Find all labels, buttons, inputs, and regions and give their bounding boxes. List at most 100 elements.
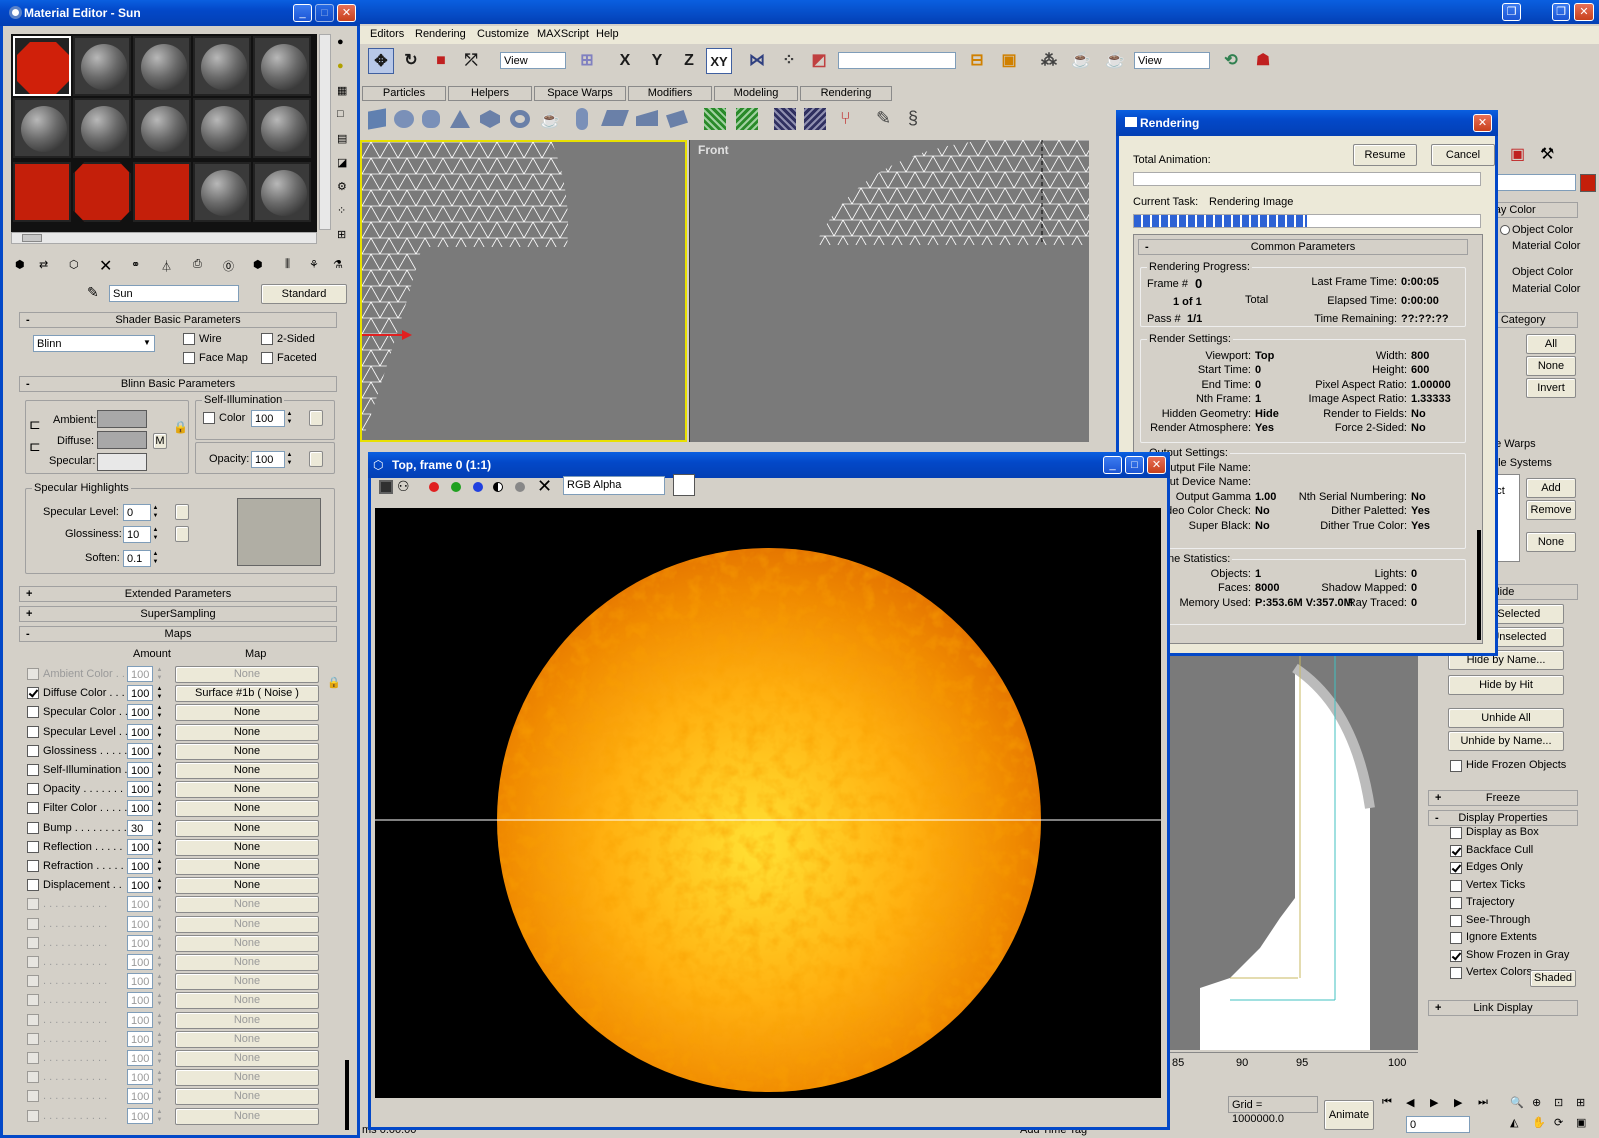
unhide-all-button[interactable]: Unhide All (1448, 708, 1564, 728)
go-parent-icon[interactable]: ⚘ (309, 258, 319, 271)
map-row-button[interactable]: None (175, 666, 319, 683)
map-row-checkbox[interactable] (27, 840, 39, 853)
map-row-checkbox[interactable] (27, 687, 39, 700)
hide-remove-button[interactable]: Remove (1526, 500, 1576, 520)
display-prop-checkbox[interactable] (1450, 844, 1462, 857)
map-row-checkbox[interactable] (27, 1090, 39, 1103)
map-row-spinner[interactable]: ▲ ▼ (155, 704, 164, 720)
specular-swatch[interactable] (97, 453, 147, 471)
hammer-icon[interactable]: ⚒ (1540, 144, 1554, 164)
map-row-spinner[interactable]: ▲ ▼ (155, 877, 164, 893)
sample-slot-6[interactable] (13, 98, 71, 158)
map-row-checkbox[interactable] (27, 956, 39, 968)
map-row-spinner[interactable]: ▲ ▼ (155, 1012, 164, 1028)
map-row-button[interactable]: None (175, 1011, 319, 1029)
map-row-amount[interactable]: 100 (127, 685, 153, 702)
map-row-spinner[interactable]: ▲ ▼ (155, 762, 164, 778)
map-row-amount[interactable]: 100 (127, 1050, 153, 1066)
make-unique-icon[interactable]: ⏃ (161, 258, 172, 274)
tab-space-warps[interactable]: Space Warps (534, 86, 626, 101)
grid-blue2-icon[interactable] (804, 108, 826, 130)
map-row-checkbox[interactable] (27, 860, 39, 872)
put-to-scene-icon[interactable]: ⇄ (39, 258, 48, 271)
sample-vscroll[interactable] (319, 34, 331, 230)
hide-frozen-checkbox[interactable] (1450, 760, 1462, 772)
menu-editors[interactable]: Editors (370, 28, 404, 40)
self-illum-map-button[interactable] (309, 410, 323, 426)
display-prop-checkbox[interactable] (1450, 879, 1462, 892)
teapot-icon[interactable]: ☗ (1250, 48, 1276, 74)
shader-dropdown[interactable]: Blinn (33, 335, 155, 352)
rollout-shader-basic[interactable]: - Shader Basic Parameters (19, 312, 337, 328)
material-type-button[interactable]: Standard (261, 284, 347, 304)
pan-icon[interactable]: ✋ (1532, 1116, 1546, 1129)
mat-params-scrollbar[interactable] (345, 1060, 349, 1130)
reference-coord-dropdown[interactable]: View (500, 52, 566, 69)
animate-button[interactable]: Animate (1324, 1100, 1374, 1130)
map-row-checkbox[interactable] (27, 879, 39, 892)
map-row-checkbox[interactable] (27, 1013, 39, 1026)
map-row-amount[interactable]: 100 (127, 1088, 153, 1105)
self-illum-spinner[interactable]: ▲ ▼ (285, 410, 294, 427)
map-row-amount[interactable]: 100 (127, 800, 153, 817)
map-row-spinner[interactable]: ▲ ▼ (155, 800, 164, 816)
map-row-button[interactable]: None (175, 915, 319, 933)
map-row-spinner[interactable]: ▲ ▼ (155, 839, 164, 855)
green-channel-icon[interactable] (451, 482, 461, 492)
hide-add-button[interactable]: Add (1526, 478, 1576, 498)
sample-slot-9[interactable] (193, 98, 251, 158)
frame-maximize-button[interactable]: □ (1125, 456, 1144, 474)
lock-ds-icon[interactable]: ⊏ (29, 438, 41, 455)
play-icon[interactable]: ▶ (1430, 1096, 1438, 1109)
self-illum-color-checkbox[interactable] (203, 412, 215, 424)
clear-image-icon[interactable]: ✕ (537, 476, 552, 497)
two-sided-checkbox[interactable] (261, 333, 273, 345)
frame-close-button[interactable]: ✕ (1147, 456, 1166, 474)
named-selection-dropdown[interactable] (838, 52, 956, 69)
track-view-icon[interactable]: ⊟ (964, 48, 990, 74)
sample-slot-4[interactable] (193, 36, 251, 96)
glossiness-map-button[interactable] (175, 526, 189, 542)
map-row-button[interactable]: Surface #1b ( Noise ) (175, 685, 319, 703)
map-row-amount[interactable]: 100 (127, 954, 153, 970)
reset-map-icon[interactable]: ✕ (99, 256, 112, 276)
display-prop-checkbox[interactable] (1450, 967, 1462, 979)
viewport-perspective[interactable] (1170, 648, 1418, 1050)
map-row-button[interactable]: None (175, 838, 319, 856)
align-icon[interactable]: ◩ (806, 48, 832, 74)
options-icon[interactable]: ⚙ (337, 180, 347, 193)
sample-slot-11[interactable] (13, 162, 71, 222)
rollout-freeze[interactable]: + Freeze (1428, 790, 1578, 806)
sample-hscroll[interactable] (11, 232, 317, 244)
map-row-amount[interactable]: 100 (127, 838, 153, 855)
material-navigator-icon[interactable]: ⊞ (337, 228, 346, 241)
opacity-value[interactable]: 100 (251, 451, 285, 468)
copy-material-icon[interactable]: ⚭ (131, 258, 140, 271)
material-name-field[interactable]: Sun (109, 285, 239, 302)
menu-help[interactable]: Help (596, 28, 619, 40)
map-row-amount[interactable]: 100 (127, 992, 153, 1009)
wedge-icon[interactable] (636, 110, 658, 126)
map-row-button[interactable]: None (175, 781, 319, 799)
lock-icon[interactable]: 🔒 (173, 420, 188, 434)
map-row-amount[interactable]: 100 (127, 666, 153, 682)
rollout-link-display[interactable]: + Link Display (1428, 1000, 1578, 1016)
red-channel-icon[interactable] (429, 482, 439, 492)
go-sibling-icon[interactable]: ⚗ (333, 258, 343, 271)
utilities-tab-icon[interactable]: ▣ (1510, 144, 1525, 164)
assign-material-icon[interactable]: ⬡ (69, 258, 79, 271)
sample-slot-8[interactable] (133, 98, 191, 158)
grid-green-icon[interactable] (704, 108, 726, 130)
sample-slot-7[interactable] (73, 98, 131, 158)
map-row-checkbox[interactable] (27, 668, 39, 680)
curve-editor-icon[interactable]: ▣ (996, 48, 1022, 74)
menu-rendering[interactable]: Rendering (415, 28, 466, 40)
material-effects-icon[interactable]: ⓪ (223, 258, 234, 274)
map-row-button[interactable]: None (175, 1107, 319, 1125)
axis-z-button[interactable]: Z (676, 48, 702, 74)
map-row-spinner[interactable]: ▲ ▼ (155, 1050, 164, 1066)
map-row-amount[interactable]: 100 (127, 1011, 153, 1028)
map-row-button[interactable]: None (175, 762, 319, 779)
map-row-amount[interactable]: 100 (127, 762, 153, 778)
wire-checkbox[interactable] (183, 333, 195, 345)
